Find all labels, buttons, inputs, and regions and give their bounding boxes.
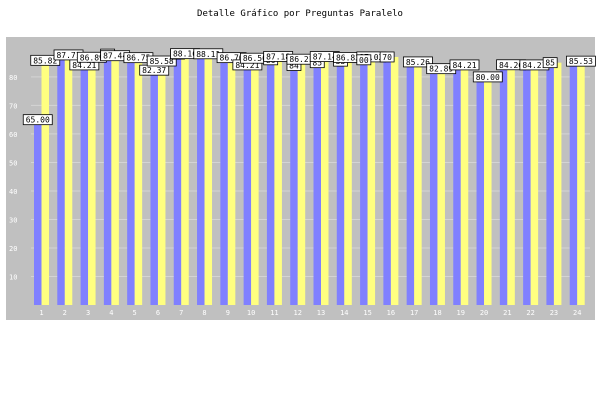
bar-s1-18 xyxy=(429,68,438,305)
x-tick-label: 5 xyxy=(133,309,137,317)
bar-s2-8 xyxy=(204,53,213,305)
bar-s2-24 xyxy=(577,61,585,305)
data-label-text: 65.00 xyxy=(26,116,50,125)
y-tick-label: 50 xyxy=(9,159,17,167)
bar-s2-23 xyxy=(553,62,562,305)
data-label-text: 70 xyxy=(382,53,392,62)
y-tick-label: 40 xyxy=(9,188,17,196)
bar-s2-1 xyxy=(41,60,49,305)
bar-s1-23 xyxy=(546,62,554,305)
x-tick-label: 20 xyxy=(480,309,488,317)
x-tick-label: 1 xyxy=(39,309,43,317)
bar-s2-7 xyxy=(181,53,189,306)
x-tick-label: 21 xyxy=(503,309,511,317)
bar-s1-21 xyxy=(499,64,508,305)
x-tick-label: 22 xyxy=(526,309,534,317)
data-label-text: 85.53 xyxy=(569,57,593,66)
x-tick-label: 2 xyxy=(63,309,67,317)
y-tick-label: 10 xyxy=(9,273,17,281)
x-tick-label: 16 xyxy=(387,309,395,317)
bar-s1-19 xyxy=(453,64,461,305)
bar-s1-2 xyxy=(57,54,65,305)
bar-s2-3 xyxy=(88,57,96,306)
bar-s1-14 xyxy=(336,61,345,305)
y-tick-label: 20 xyxy=(9,245,17,253)
x-tick-label: 12 xyxy=(293,309,301,317)
x-tick-label: 15 xyxy=(363,309,371,317)
data-label-text: 80.00 xyxy=(476,73,500,82)
x-tick-label: 6 xyxy=(156,309,160,317)
data-label-text: 00 xyxy=(359,56,369,65)
x-tick-label: 24 xyxy=(573,309,581,317)
x-tick-label: 14 xyxy=(340,309,348,317)
bar-s1-22 xyxy=(523,65,531,305)
y-tick-label: 60 xyxy=(9,131,17,139)
y-tick-label: 30 xyxy=(9,216,17,224)
x-tick-label: 18 xyxy=(433,309,441,317)
data-label: 70 xyxy=(379,51,395,63)
data-label-text: 85 xyxy=(545,59,555,68)
x-tick-label: 4 xyxy=(109,309,113,317)
bar-s2-14 xyxy=(344,57,352,306)
bar-s2-10 xyxy=(251,58,259,305)
bar-s2-21 xyxy=(507,64,515,305)
bar-s2-2 xyxy=(64,54,73,305)
bar-s1-17 xyxy=(406,61,415,305)
x-tick-label: 3 xyxy=(86,309,90,317)
bar-s2-12 xyxy=(297,59,306,306)
data-label-text: 82.37 xyxy=(142,66,166,75)
bar-s1-16 xyxy=(383,56,391,306)
bar-s2-15 xyxy=(367,56,376,306)
data-label: 85 xyxy=(542,57,558,69)
bar-s1-15 xyxy=(360,59,368,306)
data-label: 00 xyxy=(356,54,372,66)
bar-s1-3 xyxy=(80,64,89,305)
data-label: 84.21 xyxy=(449,59,480,71)
bar-s1-13 xyxy=(313,62,321,305)
data-label: 65.00 xyxy=(22,114,53,126)
bar-s2-17 xyxy=(414,61,422,305)
bar-s2-22 xyxy=(530,64,539,305)
x-tick-label: 23 xyxy=(550,309,558,317)
x-tick-label: 7 xyxy=(179,309,183,317)
data-label: 82.37 xyxy=(139,64,170,76)
bar-s2-13 xyxy=(321,56,329,306)
bar-s1-5 xyxy=(127,57,135,305)
y-tick-label: 80 xyxy=(9,74,17,82)
bar-chart: 1020304050607080 1 2 3 4 5 6 7 8 9 10 11 12 13 14 15 16… xyxy=(6,37,596,320)
bar-s2-5 xyxy=(134,57,143,305)
bar-s2-16 xyxy=(390,56,399,306)
bar-s1-7 xyxy=(173,54,182,305)
y-tick-label: 70 xyxy=(9,102,17,110)
bar-s2-19 xyxy=(460,64,469,305)
bar-s2-9 xyxy=(227,57,236,306)
x-tick-label: 19 xyxy=(457,309,465,317)
chart-title: Detalle Gráfico por Preguntas Paralelo xyxy=(197,9,403,19)
x-tick-label: 11 xyxy=(270,309,278,317)
x-tick-label: 9 xyxy=(226,309,230,317)
bar-s2-18 xyxy=(437,68,445,305)
bar-s2-20 xyxy=(484,76,492,306)
x-tick-label: 17 xyxy=(410,309,418,317)
bar-s1-4 xyxy=(103,54,112,305)
bar-s1-10 xyxy=(243,64,252,305)
x-tick-label: 10 xyxy=(247,309,255,317)
data-label: 85.53 xyxy=(566,55,596,67)
bar-s1-9 xyxy=(220,57,228,306)
bar-s1-12 xyxy=(290,65,298,305)
x-tick-label: 13 xyxy=(317,309,325,317)
bar-s1-11 xyxy=(266,59,275,306)
bar-s2-6 xyxy=(157,61,166,306)
data-label-text: 84.21 xyxy=(452,61,476,70)
x-tick-label: 8 xyxy=(202,309,206,317)
bar-s1-20 xyxy=(476,76,485,306)
bar-s1-1 xyxy=(34,119,42,306)
bar-s2-4 xyxy=(111,55,119,306)
bar-s2-11 xyxy=(274,56,282,305)
bar-s1-24 xyxy=(569,61,578,305)
data-label: 80.00 xyxy=(472,71,503,83)
bar-s1-8 xyxy=(197,53,205,305)
bar-s1-6 xyxy=(150,70,158,306)
